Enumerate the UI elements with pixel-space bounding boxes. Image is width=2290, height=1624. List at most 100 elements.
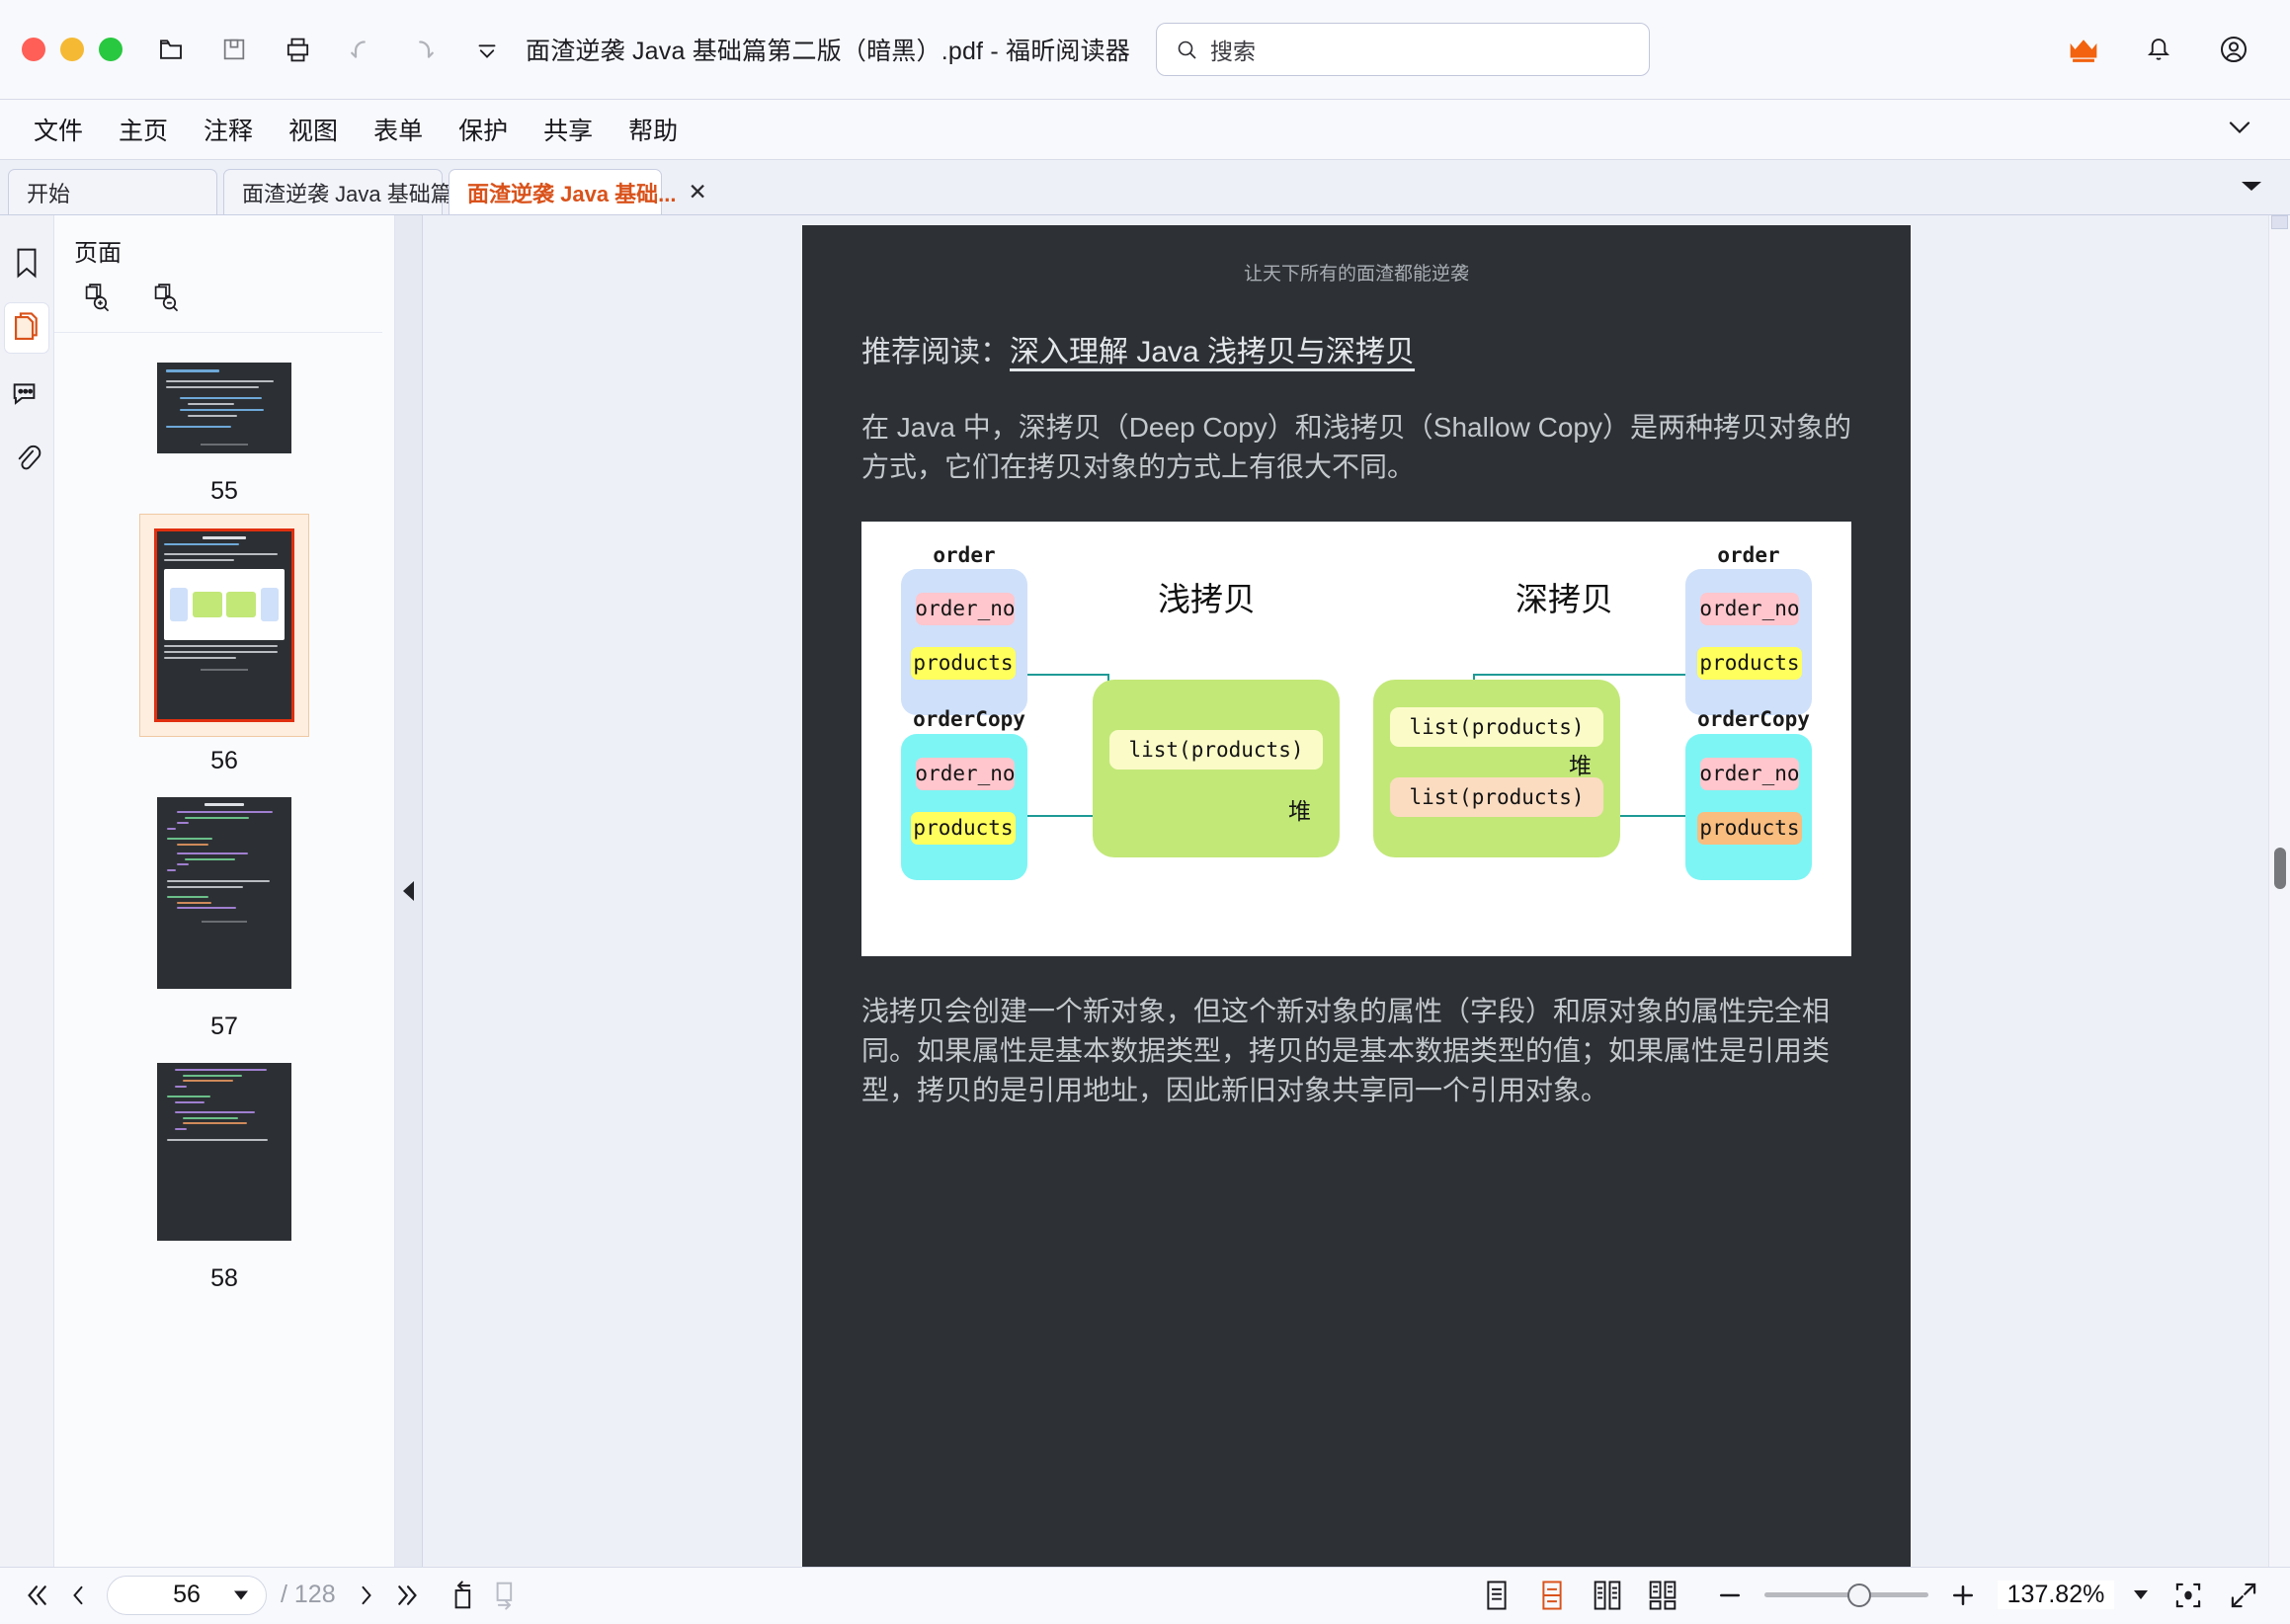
- window-controls: [22, 38, 123, 61]
- rotate-left-button[interactable]: [443, 1575, 484, 1616]
- menu-item-help[interactable]: 帮助: [611, 106, 695, 153]
- deep-heap-item-copied-list: list(products): [1390, 776, 1603, 817]
- panel-title: 页面: [74, 240, 122, 267]
- view-and-zoom-controls: 137.82%: [1476, 1568, 2264, 1622]
- customize-toolbar-icon[interactable]: [464, 27, 510, 72]
- thumbnail-frame[interactable]: [139, 514, 309, 737]
- menu-item-form[interactable]: 表单: [356, 106, 441, 153]
- fullscreen-icon: [2231, 1583, 2256, 1607]
- document-viewer[interactable]: 让天下所有的面渣都能逆袭 推荐阅读：深入理解 Java 浅拷贝与深拷贝 在 Ja…: [423, 215, 2290, 1567]
- chevron-right-icon: [362, 1585, 371, 1604]
- deep-order-field-products: products: [1697, 646, 1802, 680]
- maximize-window-button[interactable]: [99, 38, 123, 61]
- shallow-ordercopy-field-order-no: order_no: [915, 757, 1016, 790]
- deep-ordercopy-box: [1685, 733, 1812, 880]
- comments-icon: [13, 383, 36, 405]
- zoom-level-value[interactable]: 137.82%: [1998, 1581, 2114, 1609]
- thumbnail-preview: [157, 363, 291, 453]
- tab-label: 面渣逆袭 Java 基础...: [467, 181, 677, 206]
- vertical-scrollbar[interactable]: [2268, 215, 2290, 1567]
- double-chevron-left-icon: [28, 1584, 46, 1605]
- menu-item-comment[interactable]: 注释: [186, 106, 271, 153]
- bottom-toolbar: 56 / 128 137.82%: [0, 1567, 2290, 1622]
- two-page-view-button[interactable]: [1587, 1575, 1628, 1616]
- zoom-slider-handle[interactable]: [1847, 1583, 1871, 1607]
- continuous-scroll-view-button[interactable]: [1531, 1575, 1573, 1616]
- tab-document-2-active[interactable]: 面渣逆袭 Java 基础... ✕: [449, 169, 707, 214]
- crown-icon[interactable]: [2061, 27, 2106, 72]
- tab-start[interactable]: 开始: [8, 169, 217, 214]
- workspace: 页面 55 56 57 58 让天下所有的面渣都能逆袭 推荐阅读：深入理解 Ja…: [0, 215, 2290, 1567]
- search-input[interactable]: 搜索: [1156, 23, 1651, 76]
- close-icon[interactable]: ✕: [677, 179, 707, 205]
- last-page-button[interactable]: [387, 1575, 429, 1616]
- minimize-window-button[interactable]: [60, 38, 84, 61]
- thumbnail-preview: [157, 1063, 291, 1241]
- thumbnail-item[interactable]: 58: [54, 1049, 394, 1293]
- shallow-copy-title: 浅拷贝: [1158, 579, 1256, 618]
- caret-down-icon[interactable]: [234, 1590, 248, 1599]
- bell-icon[interactable]: [2136, 27, 2181, 72]
- zoom-slider[interactable]: [1764, 1576, 1928, 1615]
- page-number-input[interactable]: 56: [107, 1575, 267, 1615]
- recommended-reading-line: 推荐阅读：深入理解 Java 浅拷贝与深拷贝: [861, 327, 1851, 370]
- close-window-button[interactable]: [22, 38, 45, 61]
- caret-down-icon[interactable]: [2239, 176, 2264, 201]
- menu-item-file[interactable]: 文件: [16, 106, 101, 153]
- plus-icon: [1953, 1584, 1973, 1605]
- sidebar-item-attachments[interactable]: [4, 433, 49, 484]
- save-icon[interactable]: [211, 27, 257, 72]
- collapse-sidebar-handle[interactable]: [395, 215, 423, 1567]
- shallow-ordercopy-field-products: products: [911, 811, 1016, 845]
- menu-item-view[interactable]: 视图: [271, 106, 356, 153]
- total-pages-label: / 128: [281, 1581, 336, 1608]
- zoom-in-button[interactable]: [1942, 1575, 1984, 1616]
- zoom-in-thumbnails-icon[interactable]: [82, 284, 112, 318]
- document-title: 面渣逆袭 Java 基础篇第二版（暗黑）.pdf - 福昕阅读器: [526, 38, 1131, 65]
- next-page-button[interactable]: [346, 1575, 387, 1616]
- single-page-view-button[interactable]: [1476, 1575, 1517, 1616]
- undo-icon[interactable]: [338, 27, 383, 72]
- zoom-out-thumbnails-icon[interactable]: [151, 284, 181, 318]
- thumbnail-frame[interactable]: [143, 349, 305, 467]
- print-icon[interactable]: [275, 27, 320, 72]
- single-page-view-icon: [1487, 1580, 1507, 1610]
- thumbnail-item[interactable]: 57: [54, 783, 394, 1041]
- menu-item-share[interactable]: 共享: [526, 106, 611, 153]
- fullscreen-button[interactable]: [2223, 1575, 2264, 1616]
- recommended-prefix: 推荐阅读：: [861, 336, 1010, 368]
- redo-icon[interactable]: [401, 27, 447, 72]
- thumbnail-item[interactable]: 55: [54, 349, 394, 506]
- shallow-heap-label: 堆: [1288, 798, 1311, 825]
- deep-order-title: order: [1717, 542, 1780, 567]
- account-icon[interactable]: [2211, 27, 2256, 72]
- first-page-button[interactable]: [16, 1575, 57, 1616]
- tab-document-1[interactable]: 面渣逆袭 Java 基础篇...: [223, 169, 470, 214]
- two-page-continuous-view-button[interactable]: [1642, 1575, 1683, 1616]
- thumbnail-page-number: 58: [210, 1264, 238, 1292]
- sidebar-item-bookmarks[interactable]: [4, 237, 49, 288]
- deep-heap-item-original-list: list(products): [1390, 706, 1603, 747]
- rotate-right-button[interactable]: [484, 1575, 526, 1616]
- zoom-out-button[interactable]: [1709, 1575, 1751, 1616]
- open-folder-icon[interactable]: [148, 27, 194, 72]
- thumbnail-list[interactable]: 55 56 57 58: [54, 333, 394, 1567]
- sidebar-item-pages[interactable]: [4, 302, 49, 354]
- sidebar-item-comments[interactable]: [4, 367, 49, 419]
- scrollbar-thumb[interactable]: [2274, 848, 2286, 889]
- continuous-scroll-view-icon: [1542, 1580, 1562, 1610]
- caret-down-icon[interactable]: [2134, 1590, 2148, 1599]
- menu-item-protect[interactable]: 保护: [441, 106, 526, 153]
- thumbnail-frame[interactable]: [143, 1049, 305, 1255]
- chevron-down-icon[interactable]: [2223, 117, 2256, 143]
- previous-page-button[interactable]: [57, 1575, 99, 1616]
- shallow-ordercopy-title: orderCopy: [913, 706, 1025, 731]
- shallow-order-title: order: [933, 542, 996, 567]
- menu-bar: 文件 主页 注释 视图 表单 保护 共享 帮助: [0, 99, 2290, 160]
- thumbnail-frame[interactable]: [143, 783, 305, 1003]
- recommended-link[interactable]: 深入理解 Java 浅拷贝与深拷贝: [1010, 336, 1415, 368]
- menu-item-home[interactable]: 主页: [101, 106, 186, 153]
- sidebar-rail: [0, 215, 54, 1567]
- thumbnail-item-selected[interactable]: 56: [54, 514, 394, 775]
- fit-page-button[interactable]: [2167, 1575, 2209, 1616]
